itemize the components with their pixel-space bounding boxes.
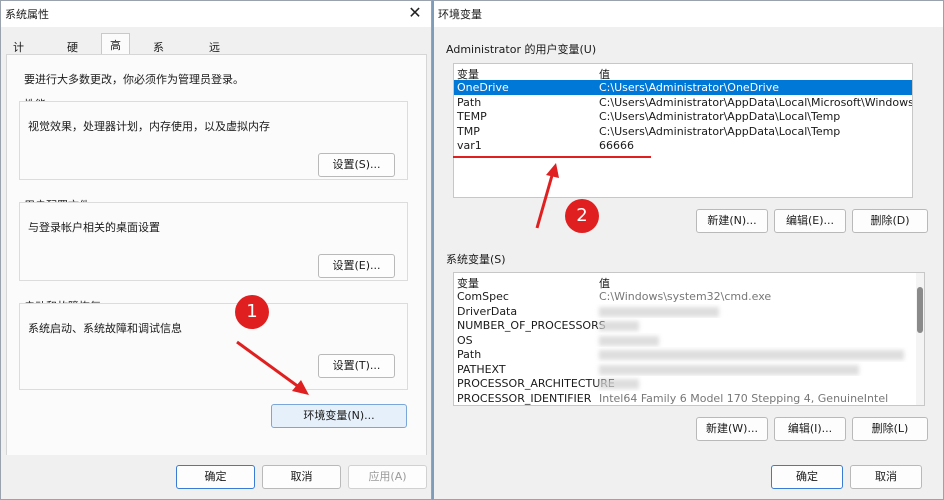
arrow-2-head	[546, 163, 559, 178]
annotation-badge-1: 1	[235, 295, 269, 329]
annotation-badge-2: 2	[565, 199, 599, 233]
arrow-1-line	[236, 340, 304, 392]
arrow-2-line	[535, 171, 555, 229]
annotation-overlay	[236, 156, 651, 395]
